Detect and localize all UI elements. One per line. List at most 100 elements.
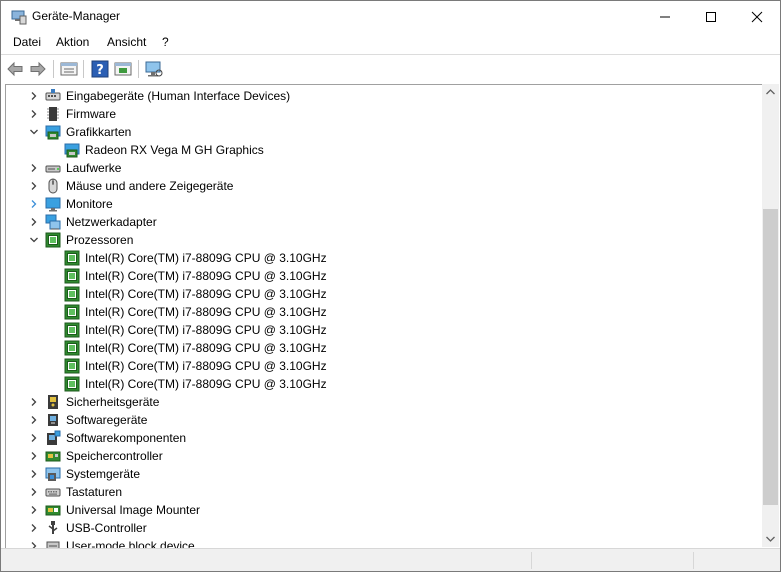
tree-category-row[interactable]: Speichercontroller	[6, 447, 756, 465]
tree-category-row[interactable]: Softwaregeräte	[6, 411, 756, 429]
security-device-icon	[48, 395, 58, 409]
title-bar[interactable]: Geräte-Manager	[1, 1, 780, 32]
update-driver-icon[interactable]	[113, 59, 133, 79]
chevron-right-icon[interactable]	[28, 414, 40, 426]
tree-category-row[interactable]: Firmware	[6, 105, 756, 123]
scroll-down-icon[interactable]	[762, 530, 779, 547]
device-tree[interactable]: Eingabegeräte (Human Interface Devices) F…	[5, 84, 762, 548]
tree-device-row[interactable]: Intel(R) Core(TM) i7-8809G CPU @ 3.10GHz	[6, 285, 756, 303]
chevron-right-icon[interactable]	[28, 504, 40, 516]
tree-category-row[interactable]: Eingabegeräte (Human Interface Devices)	[6, 87, 756, 105]
chevron-right-icon[interactable]	[28, 540, 40, 548]
processor-icon	[64, 322, 80, 338]
tree-device-row[interactable]: Radeon RX Vega M GH Graphics	[6, 141, 756, 159]
menu-help[interactable]: ?	[161, 35, 170, 49]
tree-row-label: Softwarekomponenten	[66, 431, 187, 445]
scrollbar-thumb[interactable]	[763, 209, 778, 505]
tree-category-row[interactable]: USB-Controller	[6, 519, 756, 537]
chevron-right-icon[interactable]	[28, 198, 40, 210]
monitor-icon	[45, 197, 61, 212]
tree-device-row[interactable]: Intel(R) Core(TM) i7-8809G CPU @ 3.10GHz	[6, 321, 756, 339]
chevron-right-icon[interactable]	[28, 432, 40, 444]
scroll-up-icon[interactable]	[762, 84, 779, 101]
maximize-button[interactable]	[688, 1, 734, 32]
close-button[interactable]	[734, 1, 780, 32]
minimize-icon	[660, 16, 670, 18]
tree-category-row[interactable]: Sicherheitsgeräte	[6, 393, 756, 411]
processor-icon	[64, 268, 80, 284]
disk-drive-icon	[45, 165, 61, 173]
chevron-right-icon[interactable]	[28, 468, 40, 480]
toolbar-separator	[83, 60, 84, 78]
tree-row-label: Monitore	[66, 197, 113, 211]
tree-category-row[interactable]: Prozessoren	[6, 231, 756, 249]
firmware-icon	[47, 107, 59, 121]
tree-row-label: Intel(R) Core(TM) i7-8809G CPU @ 3.10GHz	[85, 251, 327, 265]
help-icon[interactable]: ?	[90, 59, 110, 79]
tree-category-row[interactable]: Grafikkarten	[6, 123, 756, 141]
tree-device-row[interactable]: Intel(R) Core(TM) i7-8809G CPU @ 3.10GHz	[6, 357, 756, 375]
network-adapter-icon	[45, 214, 61, 230]
tree-category-row[interactable]: Laufwerke	[6, 159, 756, 177]
tree-category-row[interactable]: Universal Image Mounter	[6, 501, 756, 519]
processor-icon	[64, 286, 80, 302]
menu-aktion[interactable]: Aktion	[55, 35, 90, 49]
tree-category-row[interactable]: Monitore	[6, 195, 756, 213]
maximize-icon	[706, 12, 716, 22]
forward-icon[interactable]	[28, 59, 48, 79]
tree-category-row[interactable]: Netzwerkadapter	[6, 213, 756, 231]
software-device-icon	[48, 414, 58, 426]
chevron-right-icon[interactable]	[28, 216, 40, 228]
chevron-right-icon[interactable]	[28, 162, 40, 174]
menu-bar: Datei Aktion Ansicht?	[1, 32, 780, 53]
status-pane	[693, 552, 780, 569]
hid-icon	[45, 89, 61, 101]
tree-category-row[interactable]: Softwarekomponenten	[6, 429, 756, 447]
chevron-right-icon[interactable]	[28, 180, 40, 192]
minimize-button[interactable]	[642, 1, 688, 32]
tree-device-row[interactable]: Intel(R) Core(TM) i7-8809G CPU @ 3.10GHz	[6, 339, 756, 357]
chevron-right-icon[interactable]	[28, 396, 40, 408]
tree-row-label: Universal Image Mounter	[66, 503, 201, 517]
tree-category-row[interactable]: User-mode block device	[6, 537, 756, 548]
svg-text:?: ?	[96, 63, 104, 78]
tree-row-label: Intel(R) Core(TM) i7-8809G CPU @ 3.10GHz	[85, 341, 327, 355]
tree-row-label: Firmware	[66, 107, 116, 121]
processor-icon	[64, 304, 80, 320]
tree-row-label: Radeon RX Vega M GH Graphics	[85, 143, 264, 157]
tree-row-label: Laufwerke	[66, 161, 122, 175]
scan-hardware-icon[interactable]	[144, 59, 164, 79]
device-manager-app-icon	[11, 10, 27, 25]
tree-device-row[interactable]: Intel(R) Core(TM) i7-8809G CPU @ 3.10GHz	[6, 249, 756, 267]
back-icon[interactable]	[5, 59, 25, 79]
tree-device-row[interactable]: Intel(R) Core(TM) i7-8809G CPU @ 3.10GHz	[6, 303, 756, 321]
chevron-right-icon[interactable]	[28, 108, 40, 120]
tree-category-row[interactable]: Tastaturen	[6, 483, 756, 501]
tree-row-label: Speichercontroller	[66, 449, 163, 463]
tree-category-row[interactable]: Systemgeräte	[6, 465, 756, 483]
chevron-right-icon[interactable]	[28, 522, 40, 534]
tree-row-label: Grafikkarten	[66, 125, 132, 139]
menu-ansicht[interactable]: Ansicht	[106, 35, 147, 49]
image-mounter-icon	[45, 505, 61, 516]
chevron-down-icon[interactable]	[28, 234, 40, 246]
tree-row-label: USB-Controller	[66, 521, 147, 535]
chevron-down-icon[interactable]	[28, 126, 40, 138]
display-adapter-icon	[45, 125, 61, 140]
usb-controller-icon	[48, 521, 58, 534]
tree-device-row[interactable]: Intel(R) Core(TM) i7-8809G CPU @ 3.10GHz	[6, 267, 756, 285]
tree-row-label: Intel(R) Core(TM) i7-8809G CPU @ 3.10GHz	[85, 359, 327, 373]
toolbar: ?	[1, 54, 780, 82]
tree-row-label: Intel(R) Core(TM) i7-8809G CPU @ 3.10GHz	[85, 323, 327, 337]
chevron-right-icon[interactable]	[28, 450, 40, 462]
properties-view-icon[interactable]	[59, 59, 79, 79]
chevron-right-icon[interactable]	[28, 486, 40, 498]
processor-icon	[45, 232, 61, 248]
tree-category-row[interactable]: Mäuse und andere Zeigegeräte	[6, 177, 756, 195]
tree-row-label: User-mode block device	[66, 539, 195, 548]
menu-datei[interactable]: Datei	[12, 35, 42, 49]
vertical-scrollbar[interactable]	[762, 84, 779, 547]
chevron-right-icon[interactable]	[28, 90, 40, 102]
tree-device-row[interactable]: Intel(R) Core(TM) i7-8809G CPU @ 3.10GHz	[6, 375, 756, 393]
status-bar	[1, 548, 780, 571]
